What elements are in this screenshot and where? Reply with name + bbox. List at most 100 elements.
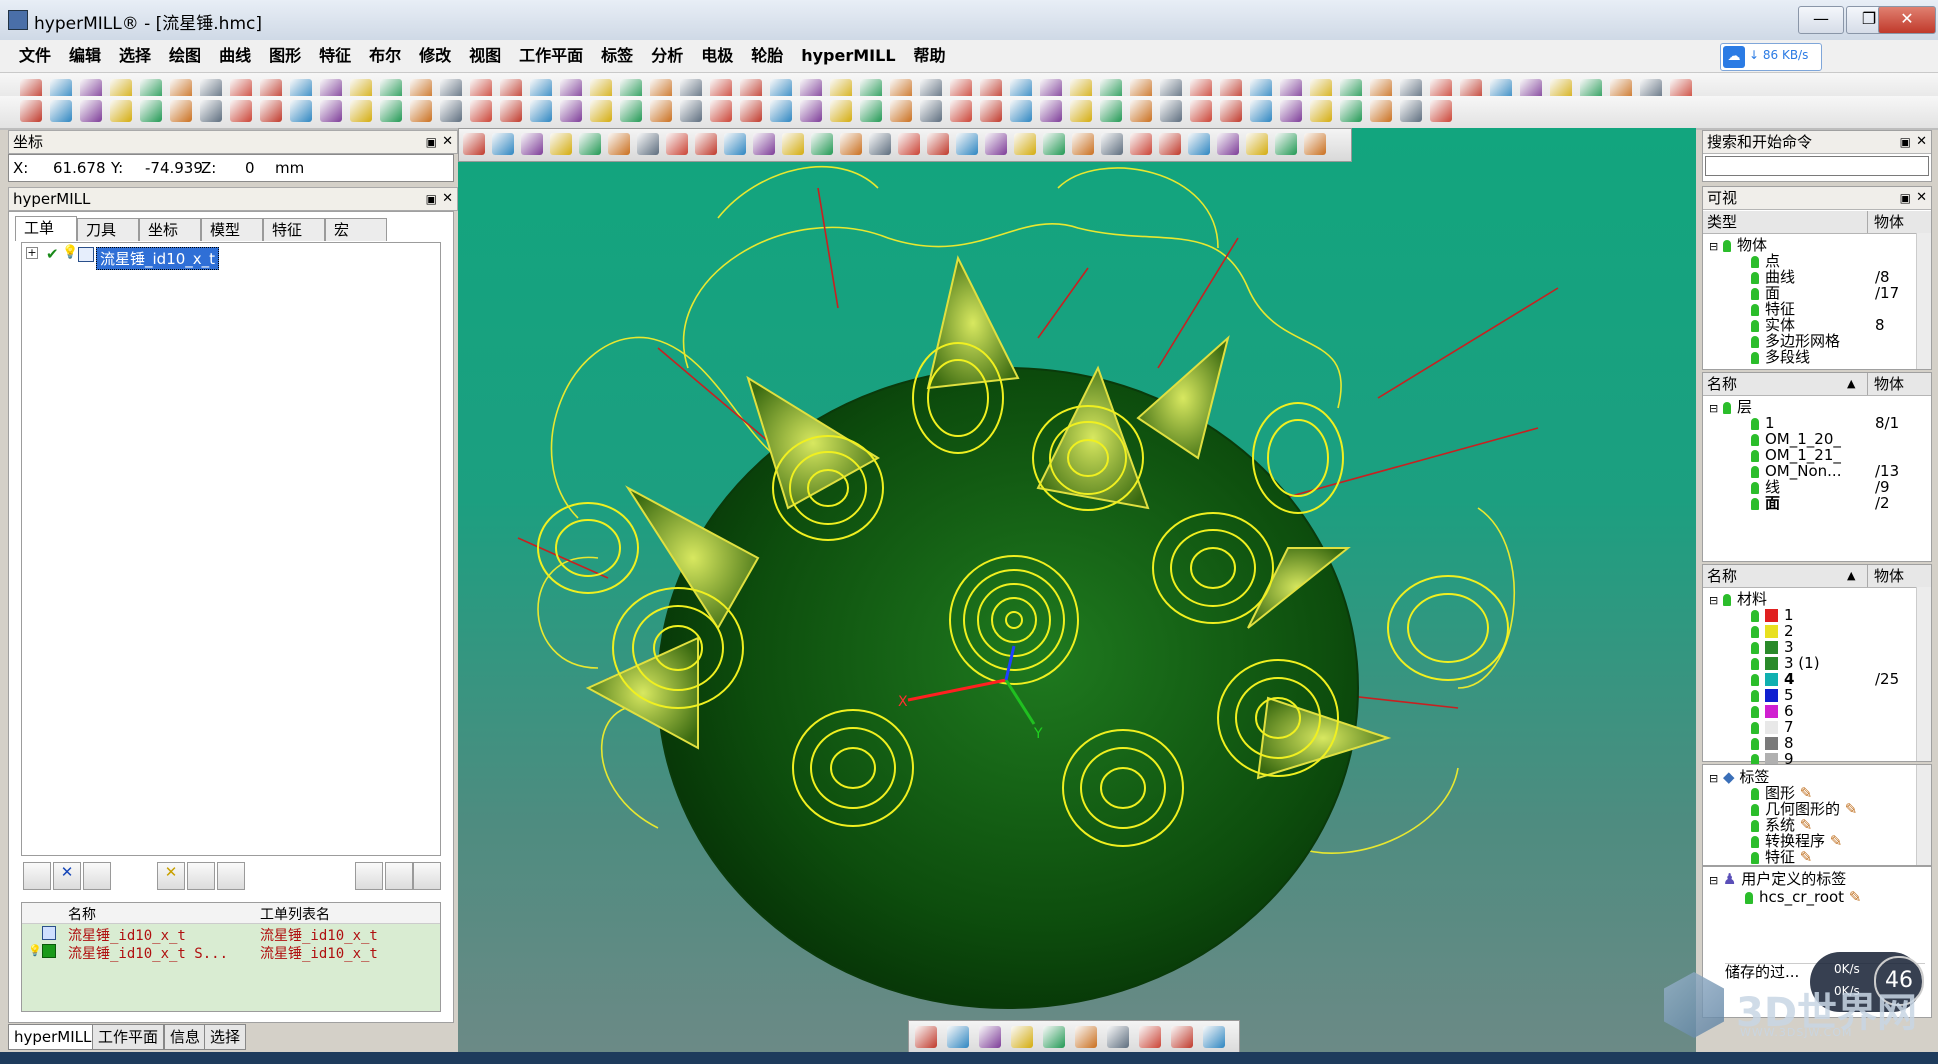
- toolbar-button[interactable]: [637, 133, 659, 155]
- tab-features[interactable]: 特征: [263, 218, 325, 241]
- toolbar-button[interactable]: [380, 100, 402, 122]
- visible-item[interactable]: 多段线: [1751, 349, 1921, 365]
- toolbar-button[interactable]: [1072, 133, 1094, 155]
- toolbar-button[interactable]: [1250, 100, 1272, 122]
- toolbar-button[interactable]: [1130, 100, 1152, 122]
- toolbar-button[interactable]: [200, 100, 222, 122]
- toolbar-button[interactable]: [979, 1026, 1001, 1048]
- tree-root-objects[interactable]: ⊟ 物体: [1709, 237, 1767, 253]
- menu-item[interactable]: 特征: [310, 40, 360, 72]
- toolbar-button[interactable]: [620, 100, 642, 122]
- toolbar-button[interactable]: [1011, 1026, 1033, 1048]
- toolbar-button[interactable]: [260, 100, 282, 122]
- toolbar-button[interactable]: [1107, 1026, 1129, 1048]
- report-button[interactable]: [413, 862, 441, 890]
- menu-item[interactable]: hyperMILL: [792, 40, 904, 72]
- tab-model[interactable]: 模型: [201, 218, 263, 241]
- toolbar-button[interactable]: [927, 133, 949, 155]
- layer-item[interactable]: 面/2: [1751, 495, 1921, 511]
- menu-item[interactable]: 轮胎: [742, 40, 792, 72]
- user-tag-item[interactable]: hcs_cr_root ✎: [1745, 889, 1861, 905]
- tag-item[interactable]: 转换程序 ✎: [1751, 833, 1842, 849]
- layer-item[interactable]: OM_1_20_: [1751, 431, 1921, 447]
- minimize-button[interactable]: —: [1798, 6, 1844, 34]
- tree-root-tags[interactable]: ⊟ ◆ 标签: [1709, 769, 1769, 785]
- list-item[interactable]: 💡 流星锤_id10_x_t S... 流星锤_id10_x_t: [22, 943, 440, 962]
- toolbar-button[interactable]: [956, 133, 978, 155]
- toolbar-button[interactable]: [590, 100, 612, 122]
- toolbar-button[interactable]: [1171, 1026, 1193, 1048]
- toolbar-button[interactable]: [1400, 100, 1422, 122]
- tab-coordinates[interactable]: 坐标: [139, 218, 201, 241]
- toolbar-button[interactable]: [947, 1026, 969, 1048]
- toolbar-button[interactable]: [860, 100, 882, 122]
- calculate-button[interactable]: ✕: [157, 862, 185, 890]
- menu-item[interactable]: 视图: [460, 40, 510, 72]
- menu-item[interactable]: 布尔: [360, 40, 410, 72]
- lightbulb-icon[interactable]: 💡: [62, 245, 78, 260]
- toolbar-button[interactable]: [1040, 100, 1062, 122]
- toolbar-button[interactable]: [20, 100, 42, 122]
- toolbar-button[interactable]: [840, 133, 862, 155]
- toolbar-button[interactable]: [710, 100, 732, 122]
- pin-icon[interactable]: ▣: [1900, 187, 1911, 209]
- toolbar-button[interactable]: [1188, 133, 1210, 155]
- toolbar-button[interactable]: [1043, 1026, 1065, 1048]
- toolbar-button[interactable]: [680, 100, 702, 122]
- toolbar-button[interactable]: [50, 100, 72, 122]
- toolbar-button[interactable]: [980, 100, 1002, 122]
- toolbar-button[interactable]: [440, 100, 462, 122]
- search-input[interactable]: [1705, 156, 1929, 176]
- export-button[interactable]: [385, 862, 413, 890]
- toolbar-button[interactable]: [650, 100, 672, 122]
- layer-item[interactable]: 线/9: [1751, 479, 1921, 495]
- toolbar-button[interactable]: [521, 133, 543, 155]
- menu-item[interactable]: 选择: [110, 40, 160, 72]
- toolbar-button[interactable]: [695, 133, 717, 155]
- toolbar-button[interactable]: [410, 100, 432, 122]
- layer-item[interactable]: OM_Non.../13: [1751, 463, 1921, 479]
- material-item[interactable]: 3 (1): [1751, 655, 1921, 671]
- job-node[interactable]: 流星锤_id10_x_t: [96, 247, 220, 270]
- toolbar-button[interactable]: [1430, 100, 1452, 122]
- toolbar-button[interactable]: [1043, 133, 1065, 155]
- toolbar-button[interactable]: [1340, 100, 1362, 122]
- material-item[interactable]: 8: [1751, 735, 1921, 751]
- delete-button[interactable]: ✕: [53, 862, 81, 890]
- menu-item[interactable]: 编辑: [60, 40, 110, 72]
- tab-jobs[interactable]: 工单: [15, 216, 77, 241]
- toolbar-button[interactable]: [230, 100, 252, 122]
- layer-item[interactable]: 1 8/1: [1751, 415, 1921, 431]
- toolbar-button[interactable]: [740, 100, 762, 122]
- tab-workplane[interactable]: 工作平面: [92, 1024, 165, 1050]
- settings-button[interactable]: [355, 862, 383, 890]
- menu-item[interactable]: 文件: [10, 40, 60, 72]
- scrollbar[interactable]: [1916, 233, 1931, 369]
- menu-item[interactable]: 图形: [260, 40, 310, 72]
- toolbar-button[interactable]: [80, 100, 102, 122]
- close-icon[interactable]: ✕: [442, 188, 453, 210]
- 3d-viewport[interactable]: X Y: [458, 128, 1696, 1056]
- tag-item[interactable]: 系统 ✎: [1751, 817, 1812, 833]
- material-item[interactable]: 6: [1751, 703, 1921, 719]
- visible-item[interactable]: 特征: [1751, 301, 1921, 317]
- toolbar-button[interactable]: [350, 100, 372, 122]
- toolbar-button[interactable]: [1190, 100, 1212, 122]
- menu-item[interactable]: 修改: [410, 40, 460, 72]
- tree-root-layers[interactable]: ⊟ 层: [1709, 399, 1752, 415]
- toolbar-button[interactable]: [1160, 100, 1182, 122]
- toolbar-button[interactable]: [1010, 100, 1032, 122]
- visible-item[interactable]: 面/17: [1751, 285, 1921, 301]
- toolbar-button[interactable]: [890, 100, 912, 122]
- visible-item[interactable]: 曲线/8: [1751, 269, 1921, 285]
- material-item[interactable]: 5: [1751, 687, 1921, 703]
- visible-item[interactable]: 点: [1751, 253, 1921, 269]
- toolbar-button[interactable]: [920, 100, 942, 122]
- close-icon[interactable]: ✕: [442, 131, 453, 153]
- toolbar-button[interactable]: [1014, 133, 1036, 155]
- material-item[interactable]: 1: [1751, 607, 1921, 623]
- toolbar-button[interactable]: [985, 133, 1007, 155]
- toolbar-button[interactable]: [770, 100, 792, 122]
- menu-item[interactable]: 工作平面: [510, 40, 592, 72]
- sort-icon[interactable]: ▲: [1847, 373, 1855, 395]
